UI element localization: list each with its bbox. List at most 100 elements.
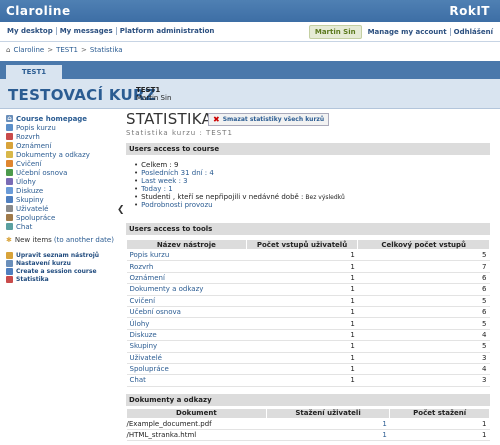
- row-count: 5: [357, 295, 490, 307]
- breadcrumb: ⌂ Claroline > TEST1 > Statistika: [0, 42, 500, 58]
- course-tool-sidebar: ⌂ Course homepage Popis kurzu Rozvrh Oznám…: [6, 114, 118, 283]
- documents-table: Dokument Stažení uživateli Počet stažení…: [126, 407, 490, 442]
- row-count: 7: [357, 260, 490, 273]
- new-items-label: New items: [14, 236, 52, 244]
- table-row: Rozvrh 1 7: [126, 260, 490, 273]
- new-items-date-link[interactable]: (to another date): [54, 236, 114, 244]
- row-name[interactable]: Dokumenty a odkazy: [126, 283, 247, 296]
- row-name[interactable]: Oznámení: [126, 272, 247, 285]
- course-code: TEST1: [136, 86, 161, 94]
- nav-my-messages[interactable]: My messages: [57, 27, 117, 35]
- row-count: 5: [357, 249, 490, 262]
- tool-access-table: Název nástroje Počet vstupů uživatelů Ce…: [126, 239, 490, 387]
- table-row: Skupiny 1 5: [126, 340, 490, 353]
- sidebar-item[interactable]: Skupiny: [6, 195, 118, 204]
- row-name[interactable]: Rozvrh: [126, 260, 247, 273]
- admin-link[interactable]: Upravit seznam nástrojů: [6, 251, 118, 259]
- column-header: Dokument: [126, 407, 267, 419]
- breadcrumb-claroline[interactable]: Claroline: [13, 46, 44, 54]
- table-row: Učební osnova 1 6: [126, 306, 490, 319]
- row-name[interactable]: Úlohy: [126, 317, 247, 330]
- table-row: Dokumenty a odkazy 1 6: [126, 283, 490, 296]
- access-inactive-students: Studenti , kteří se nepřipojili v nedávn…: [134, 193, 490, 201]
- row-name[interactable]: Diskuze: [126, 329, 247, 342]
- sidebar-item-label: Cvičení: [16, 159, 42, 168]
- row-count: 1: [246, 340, 358, 353]
- description-icon: [6, 124, 13, 131]
- sidebar-item[interactable]: Dokumenty a odkazy: [6, 150, 118, 159]
- collapse-sidebar-icon[interactable]: ❮: [117, 205, 125, 215]
- nav-manage-account[interactable]: Manage my account: [365, 28, 451, 36]
- admin-link[interactable]: Nastavení kurzu: [6, 259, 118, 267]
- row-count: 1: [246, 249, 358, 262]
- table-row: /Example_document.pdf 1 1: [126, 418, 490, 431]
- row-name[interactable]: Chat: [126, 374, 247, 387]
- row-name[interactable]: Cvičení: [126, 295, 247, 307]
- access-today[interactable]: Today : 1: [134, 185, 490, 193]
- section-course-access: Users access to course: [126, 143, 490, 155]
- groups-icon: [6, 196, 13, 203]
- section-tool-access: Users access to tools: [126, 223, 490, 235]
- sidebar-item[interactable]: Diskuze: [6, 186, 118, 195]
- chat-icon: [6, 223, 13, 230]
- admin-link[interactable]: Statistika: [6, 275, 118, 283]
- access-traffic-details[interactable]: Podrobnosti provozu: [134, 201, 490, 209]
- column-header: Počet vstupů uživatelů: [245, 239, 359, 250]
- tab-course[interactable]: TEST1: [6, 65, 62, 79]
- sidebar-item-label: Chat: [16, 222, 33, 231]
- sidebar-item-label: Popis kurzu: [16, 123, 56, 132]
- nav-my-desktop[interactable]: My desktop: [4, 27, 57, 35]
- access-total: Celkem : 9: [134, 161, 490, 169]
- sidebar-item[interactable]: Rozvrh: [6, 132, 118, 141]
- column-header: Název nástroje: [126, 239, 247, 250]
- sidebar-item[interactable]: Uživatelé: [6, 204, 118, 213]
- current-user[interactable]: Martin Sin: [308, 25, 362, 39]
- row-name[interactable]: Spolupráce: [126, 363, 247, 376]
- row-name[interactable]: Učební osnova: [126, 306, 247, 319]
- access-last-week[interactable]: Last week : 3: [134, 177, 490, 185]
- sidebar-item[interactable]: Popis kurzu: [6, 123, 118, 132]
- row-count: 4: [357, 363, 490, 376]
- sidebar-item[interactable]: Oznámení: [6, 141, 118, 150]
- row-count[interactable]: 1: [266, 429, 390, 442]
- row-name[interactable]: Popis kurzu: [126, 249, 247, 262]
- sidebar-item[interactable]: Cvičení: [6, 159, 118, 168]
- course-title: TESTOVACÍ KURZ: [8, 86, 157, 104]
- row-count: 1: [246, 363, 358, 376]
- table-row: Popis kurzu 1 5: [126, 249, 490, 262]
- row-count: 5: [357, 340, 490, 353]
- course-info: TEST1 Martin Sin: [136, 86, 171, 102]
- nav-logout[interactable]: Odhlášení: [451, 28, 496, 36]
- row-count: 1: [389, 418, 490, 431]
- table-row: Chat 1 3: [126, 374, 490, 387]
- statistics-panel: STATISTIKA ✖ Smazat statistiky všech kur…: [126, 110, 490, 442]
- breadcrumb-separator: >: [47, 46, 54, 54]
- assignment-icon: [6, 178, 13, 185]
- platform-logo[interactable]: Claroline: [6, 4, 71, 18]
- nav-platform-admin[interactable]: Platform administration: [117, 27, 218, 35]
- sidebar-course-homepage[interactable]: ⌂ Course homepage: [6, 114, 118, 123]
- admin-link[interactable]: Create a session course: [6, 267, 118, 275]
- sidebar-item-label: Diskuze: [16, 186, 44, 195]
- row-count: 1: [246, 260, 358, 273]
- row-name[interactable]: Skupiny: [126, 340, 247, 353]
- sidebar-item[interactable]: Chat: [6, 222, 118, 231]
- institution-name[interactable]: RokIT: [449, 4, 490, 18]
- course-instructor: Martin Sin: [136, 94, 172, 102]
- column-header: Stažení uživateli: [265, 407, 391, 419]
- edit-tools-icon: [6, 251, 13, 259]
- breadcrumb-current[interactable]: Statistika: [90, 46, 123, 54]
- access-last-31-days[interactable]: Posledních 31 dní : 4: [134, 169, 490, 177]
- settings-icon: [6, 259, 13, 267]
- sidebar-item[interactable]: Úlohy: [6, 177, 118, 186]
- row-count: 1: [246, 374, 358, 387]
- sidebar-item[interactable]: Učební osnova: [6, 168, 118, 177]
- home-icon: ⌂: [6, 115, 13, 122]
- row-count[interactable]: 1: [266, 418, 390, 431]
- course-header: TESTOVACÍ KURZ TEST1 Martin Sin: [0, 79, 500, 109]
- sidebar-item[interactable]: Spolupráce: [6, 213, 118, 222]
- row-name[interactable]: Uživatelé: [126, 352, 247, 364]
- breadcrumb-course[interactable]: TEST1: [56, 46, 78, 54]
- session-course-icon: [6, 267, 13, 275]
- reset-statistics-button[interactable]: ✖ Smazat statistiky všech kurzů: [208, 113, 330, 126]
